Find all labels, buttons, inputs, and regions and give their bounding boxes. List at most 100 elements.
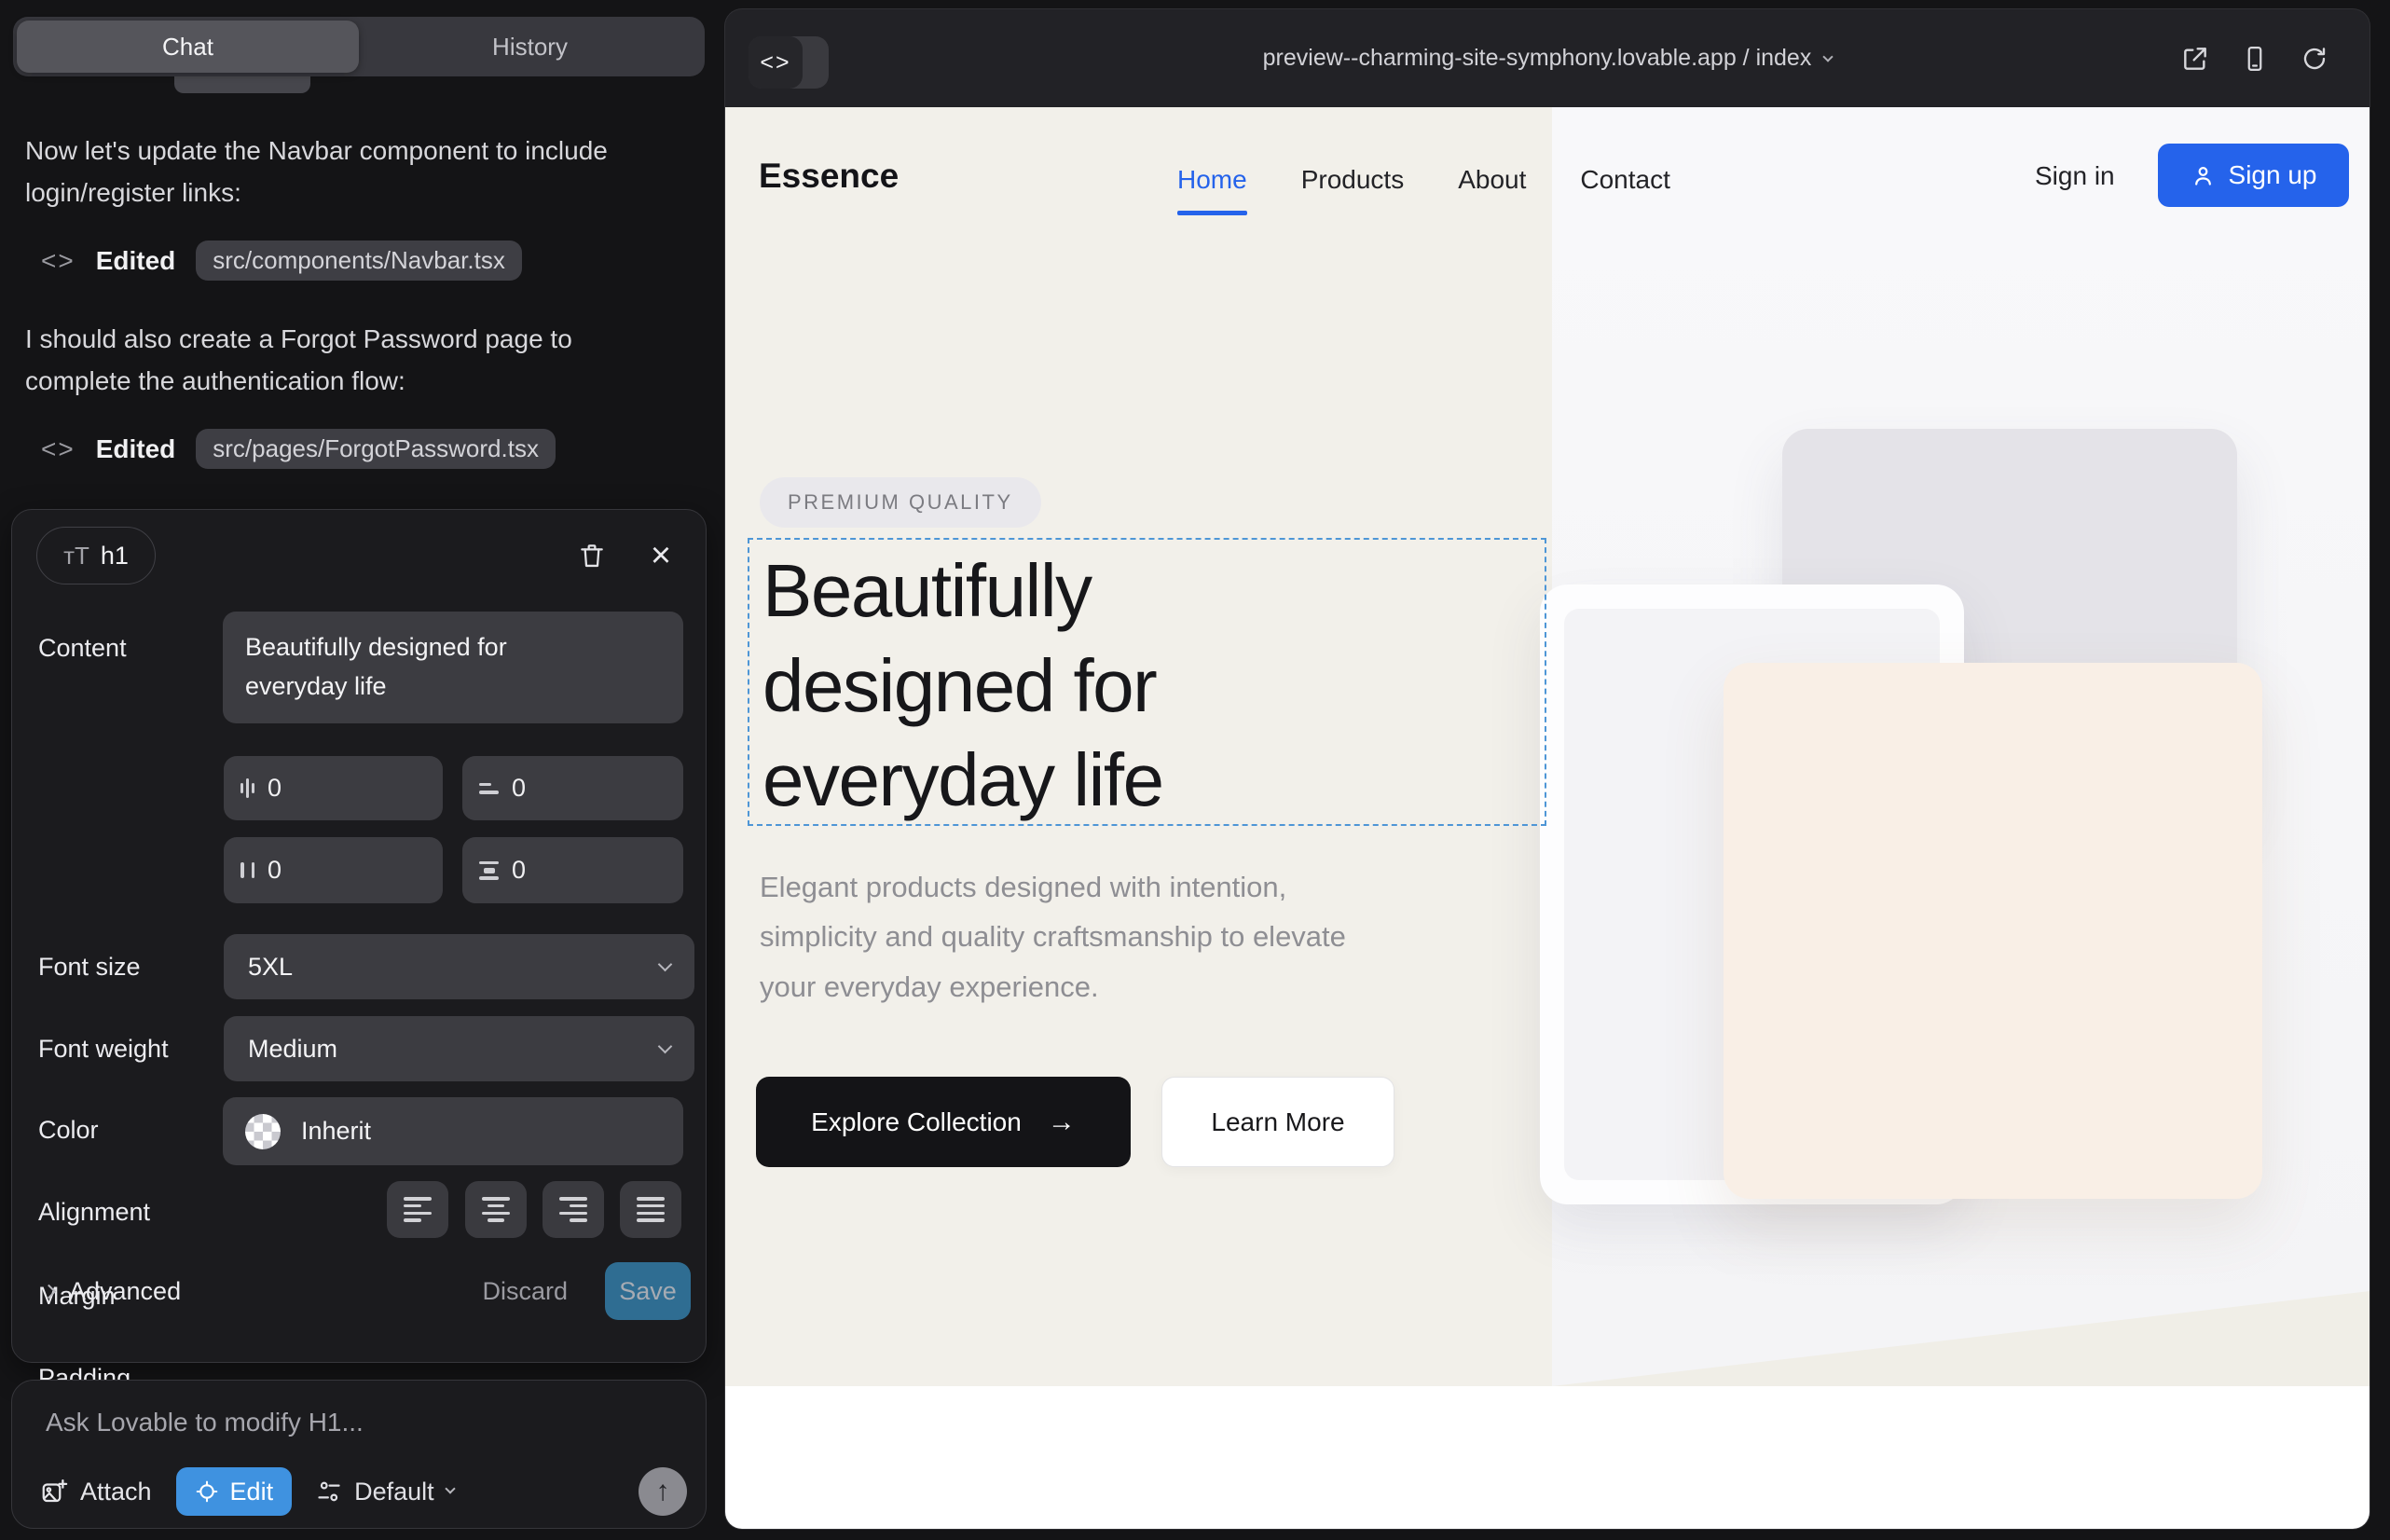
- site-nav: Home Products About Contact: [1177, 161, 1670, 199]
- user-icon: [2191, 163, 2216, 188]
- element-tag-label: h1: [101, 542, 129, 571]
- target-icon: [195, 1479, 219, 1504]
- nav-link-about[interactable]: About: [1458, 161, 1526, 199]
- align-left-icon: [404, 1197, 432, 1222]
- align-justify-button[interactable]: [620, 1181, 681, 1238]
- file-chip[interactable]: src/components/Navbar.tsx: [196, 241, 522, 281]
- discard-button[interactable]: Discard: [482, 1277, 568, 1306]
- nav-link-products[interactable]: Products: [1301, 161, 1405, 199]
- content-input[interactable]: Beautifully designed for everyday life: [223, 612, 683, 723]
- explore-label: Explore Collection: [811, 1107, 1022, 1137]
- active-underline: [1177, 211, 1247, 215]
- margin-y-input[interactable]: [462, 756, 683, 820]
- tab-chat[interactable]: Chat: [17, 21, 359, 73]
- font-size-value: 5XL: [248, 953, 293, 982]
- scrolled-file-chip: [174, 76, 310, 93]
- alignment-label: Alignment: [38, 1198, 150, 1227]
- edit-mode-button[interactable]: Edit: [176, 1467, 293, 1516]
- color-value: Inherit: [301, 1117, 371, 1146]
- close-icon: ×: [651, 536, 671, 576]
- color-swatch-icon: [245, 1114, 281, 1149]
- attach-image-icon: [40, 1478, 68, 1506]
- font-weight-select[interactable]: Medium: [224, 1016, 694, 1081]
- chevron-down-icon: [1823, 51, 1834, 62]
- composer-input[interactable]: [46, 1401, 642, 1444]
- sign-up-button[interactable]: Sign up: [2158, 144, 2349, 207]
- chevron-down-icon: [658, 1038, 673, 1053]
- hero-card-cream: [1724, 663, 2262, 1199]
- edit-label: Edit: [230, 1478, 274, 1506]
- padding-y-value[interactable]: [512, 856, 624, 885]
- typography-icon: тT: [63, 542, 89, 571]
- mobile-view-button[interactable]: [2237, 41, 2273, 76]
- edited-label: Edited: [96, 246, 176, 276]
- nav-link-home[interactable]: Home: [1177, 161, 1247, 199]
- delete-element-button[interactable]: [571, 535, 612, 576]
- edited-file-row: <> Edited src/pages/ForgotPassword.tsx: [41, 429, 556, 469]
- hero-headline[interactable]: Beautifully designed for everyday life: [762, 543, 1340, 828]
- margin-y-value[interactable]: [512, 774, 624, 803]
- explore-collection-button[interactable]: Explore Collection →: [756, 1077, 1131, 1167]
- tab-history[interactable]: History: [359, 21, 701, 73]
- assistant-message: Now let's update the Navbar component to…: [25, 131, 622, 214]
- advanced-toggle[interactable]: Advanced: [44, 1277, 181, 1306]
- site-logo[interactable]: Essence: [759, 157, 899, 196]
- learn-more-button[interactable]: Learn More: [1161, 1077, 1394, 1167]
- margin-horizontal-icon: [240, 778, 254, 798]
- arrow-right-icon: →: [1048, 1107, 1076, 1138]
- align-center-button[interactable]: [465, 1181, 527, 1238]
- padding-x-value[interactable]: [268, 856, 379, 885]
- sign-in-link[interactable]: Sign in: [2035, 161, 2115, 191]
- attach-label: Attach: [80, 1478, 152, 1506]
- align-left-button[interactable]: [387, 1181, 448, 1238]
- margin-vertical-icon: [479, 783, 499, 794]
- chevron-down-icon: [658, 956, 673, 971]
- advanced-label: Advanced: [69, 1277, 181, 1306]
- font-size-select[interactable]: 5XL: [224, 934, 694, 999]
- align-right-icon: [559, 1197, 587, 1222]
- margin-x-value[interactable]: [268, 774, 379, 803]
- padding-y-input[interactable]: [462, 837, 683, 903]
- close-editor-button[interactable]: ×: [640, 535, 681, 576]
- refresh-icon: [2301, 45, 2328, 73]
- lovable-app: Chat History Now let's update the Navbar…: [0, 0, 2390, 1540]
- attach-button[interactable]: Attach: [40, 1478, 152, 1506]
- selected-element-badge[interactable]: тT h1: [36, 527, 156, 584]
- sign-up-label: Sign up: [2229, 160, 2317, 190]
- assistant-message: I should also create a Forgot Password p…: [25, 319, 640, 403]
- hero-badge: PREMIUM QUALITY: [760, 477, 1041, 528]
- padding-horizontal-icon: [240, 862, 254, 878]
- refresh-button[interactable]: [2297, 41, 2332, 76]
- element-editor-panel: тT h1 × Content Beautifully designed for…: [11, 509, 707, 1363]
- hero-description: Elegant products designed with intention…: [760, 862, 1403, 1011]
- color-input[interactable]: Inherit: [223, 1097, 683, 1165]
- code-icon: <>: [41, 246, 76, 276]
- composer-toolbar: Attach Edit Defaul: [40, 1466, 687, 1517]
- font-weight-value: Medium: [248, 1035, 337, 1064]
- align-center-icon: [482, 1197, 510, 1222]
- smartphone-icon: [2241, 45, 2269, 73]
- external-link-icon: [2180, 44, 2210, 74]
- padding-x-input[interactable]: [224, 837, 443, 903]
- h1-selection-outline: Beautifully designed for everyday life: [748, 538, 1546, 826]
- chevron-right-icon: [42, 1284, 57, 1299]
- align-justify-icon: [637, 1197, 665, 1222]
- code-icon: <>: [41, 434, 76, 464]
- file-chip[interactable]: src/pages/ForgotPassword.tsx: [196, 429, 556, 469]
- trash-icon: [577, 541, 607, 571]
- preview-site: Essence Home Products About Contact Sign…: [725, 107, 2369, 1529]
- preview-url-bar[interactable]: preview--charming-site-symphony.lovable.…: [725, 9, 2369, 107]
- content-label: Content: [38, 634, 127, 663]
- mode-select[interactable]: Default: [316, 1478, 454, 1506]
- edited-file-row: <> Edited src/components/Navbar.tsx: [41, 241, 522, 281]
- sliders-icon: [316, 1478, 342, 1505]
- nav-link-contact[interactable]: Contact: [1580, 161, 1670, 199]
- margin-x-input[interactable]: [224, 756, 443, 820]
- align-right-button[interactable]: [543, 1181, 604, 1238]
- send-button[interactable]: ↑: [639, 1467, 687, 1516]
- mode-label: Default: [354, 1478, 434, 1506]
- edited-label: Edited: [96, 434, 176, 464]
- sidebar-tabs: Chat History: [13, 17, 705, 76]
- open-in-new-tab-button[interactable]: [2177, 41, 2213, 76]
- save-button[interactable]: Save: [605, 1262, 691, 1320]
